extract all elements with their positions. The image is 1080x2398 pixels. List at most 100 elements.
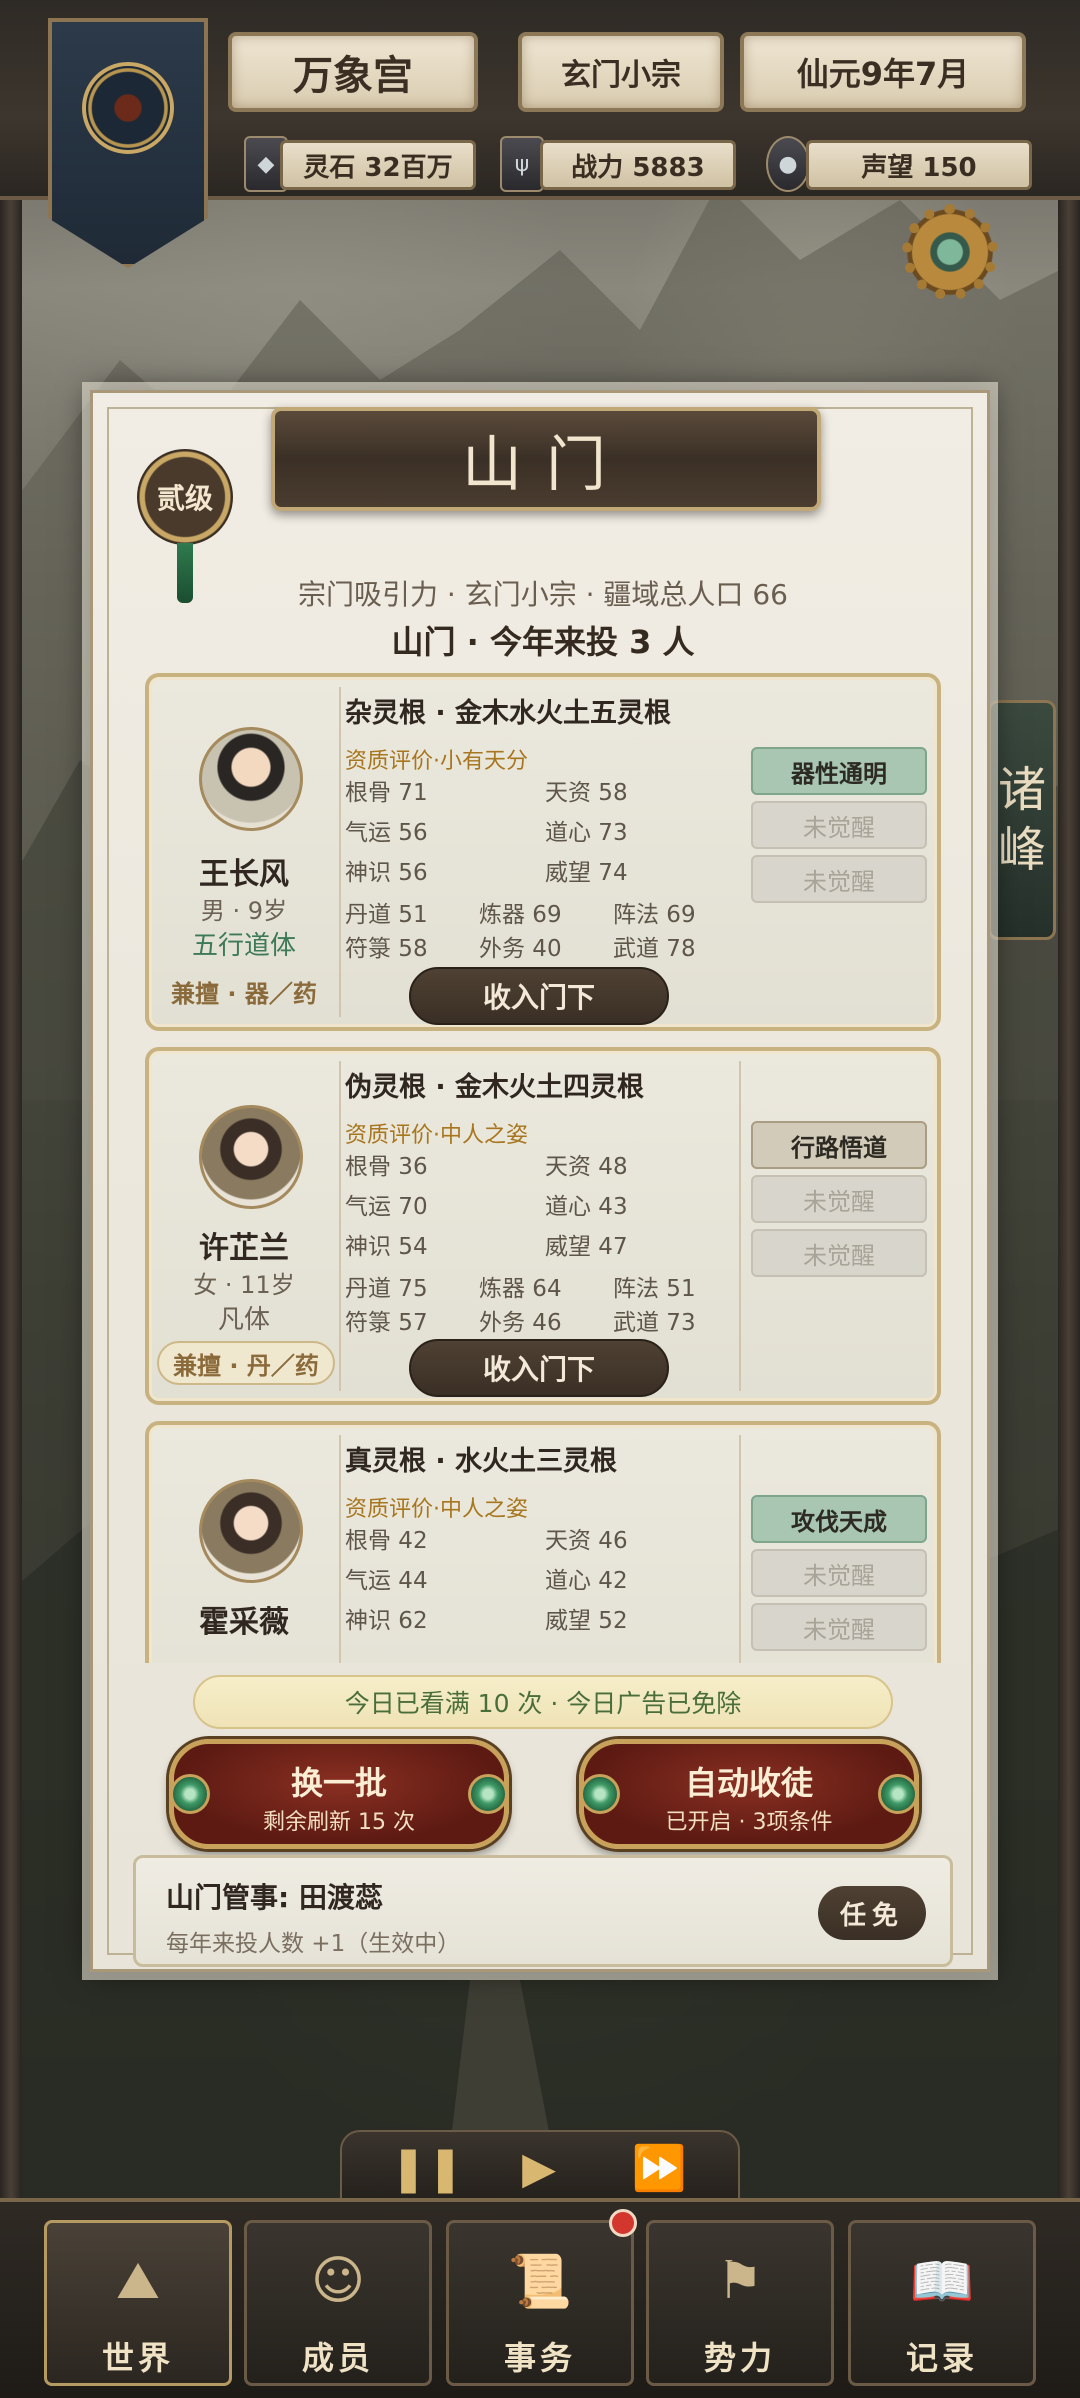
sect-rank: 玄门小宗 [518, 32, 724, 112]
trait-slot[interactable]: 行路悟道 [751, 1121, 927, 1169]
spirit-root: 伪灵根 · 金木火土四灵根 [345, 1072, 645, 1103]
faction-banner-icon: ⚑ [716, 2251, 764, 2311]
trait-slot-locked: 未觉醒 [751, 1549, 927, 1597]
nav-records[interactable]: 📖 记录 [848, 2220, 1036, 2386]
recruit-gender-age: 男 · 9岁 [200, 897, 288, 925]
trait-slot[interactable]: 器性通明 [751, 747, 927, 795]
auto-recruit-title: 自动收徒 [684, 1764, 813, 1802]
steward-effect: 每年来投人数 +1（生效中） [166, 1931, 461, 1957]
reputation-orb-icon: ● [766, 136, 810, 192]
refresh-batch-button[interactable]: 换一批 剩余刷新 15 次 [169, 1739, 509, 1849]
nav-factions[interactable]: ⚑ 势力 [646, 2220, 834, 2386]
left-frame [0, 0, 22, 2398]
stat-dandao: 丹道 51 [345, 902, 428, 928]
trident-icon: ψ [500, 136, 544, 192]
recruit-physique: 凡体 [217, 1305, 270, 1335]
stat-fulu: 符箓 58 [345, 936, 428, 962]
aptitude-rating: 资质评价·中人之姿 [345, 1123, 528, 1148]
stat-zhenfa: 阵法 69 [613, 902, 696, 928]
sect-banner[interactable] [48, 18, 208, 268]
stat-weiwang: 威望 52 [545, 1608, 628, 1634]
world-icon: ⛰ [116, 2250, 160, 2311]
nav-label: 世界 [101, 2339, 174, 2377]
aptitude-rating: 资质评价·中人之姿 [345, 1497, 528, 1522]
spirit-stone-counter[interactable]: 灵石 32百万 [280, 140, 476, 190]
stat-weiwang: 威望 47 [545, 1234, 628, 1260]
side-tab-char-1: 诸 [997, 762, 1046, 818]
trait-slot-locked: 未觉醒 [751, 855, 927, 903]
stat-tianzi: 天资 46 [545, 1528, 628, 1554]
refresh-remaining: 剩余刷新 15 次 [263, 1810, 415, 1835]
nav-world[interactable]: ⛰ 世界 [44, 2220, 232, 2386]
steward-name: 山门管事: 田渡蕊 [166, 1881, 383, 1914]
time-controls: ❚❚ ▶ ⏩ [340, 2130, 740, 2204]
nav-label: 事务 [503, 2339, 576, 2377]
nav-affairs[interactable]: 📜 事务 [446, 2209, 637, 2386]
combat-power-counter[interactable]: 战力 5883 [540, 140, 736, 190]
auto-recruit-button[interactable]: 自动收徒 已开启 · 3项条件 [579, 1739, 919, 1849]
taiji-emblem-icon [82, 62, 174, 154]
avatar[interactable] [199, 1105, 303, 1209]
play-icon[interactable]: ▶ [504, 2138, 574, 2198]
stat-waiwu: 外务 46 [479, 1310, 562, 1336]
right-frame [1058, 0, 1080, 2398]
stat-dandao: 丹道 75 [345, 1276, 428, 1302]
avatar[interactable] [199, 727, 303, 831]
nav-members[interactable]: ☺ 成员 [244, 2220, 432, 2386]
recruit-specialty: 兼擅 · 器／药 [171, 979, 317, 1008]
trait-slot-locked: 未觉醒 [751, 801, 927, 849]
yearly-applicants: 山门 · 今年来投 3 人 [391, 623, 695, 661]
refresh-title: 换一批 [290, 1764, 387, 1802]
notification-dot [609, 2209, 637, 2237]
recruit-name: 王长风 [199, 857, 289, 892]
pause-icon[interactable]: ❚❚ [390, 2138, 464, 2198]
card-divider [739, 1435, 741, 1663]
affairs-scroll-icon: 📜 [507, 2251, 573, 2312]
mountain-gate-panel: 山门 贰级 宗门吸引力 · 玄门小宗 · 疆域总人口 66 山门 · 今年来投 … [90, 390, 990, 1972]
avatar[interactable] [199, 1479, 303, 1583]
stat-fulu: 符箓 57 [345, 1310, 428, 1336]
recruit-card: 霍采薇 真灵根 · 水火土三灵根 资质评价·中人之姿 根骨 42 天资 46 气… [145, 1421, 941, 1663]
stat-gengu: 根骨 71 [345, 780, 428, 806]
card-divider [339, 1435, 341, 1663]
nav-label: 记录 [905, 2339, 978, 2377]
trait-slot-locked: 未觉醒 [751, 1229, 927, 1277]
recruit-list[interactable]: 王长风 男 · 9岁 五行道体 兼擅 · 器／药 杂灵根 · 金木水火土五灵根 … [93, 673, 987, 1663]
peaks-side-tab[interactable]: 诸 峰 [988, 700, 1056, 940]
card-divider [339, 687, 341, 1017]
stat-shenshi: 神识 54 [345, 1234, 428, 1260]
stat-qiyun: 气运 56 [345, 820, 428, 846]
recruit-button[interactable]: 收入门下 [409, 1339, 669, 1397]
stat-tianzi: 天资 58 [545, 780, 628, 806]
stat-shenshi: 神识 62 [345, 1608, 428, 1634]
stat-lianqi: 炼器 64 [479, 1276, 562, 1302]
card-divider [739, 1061, 741, 1391]
bottom-nav: ⛰ 世界 ☺ 成员 📜 事务 ⚑ 势力 📖 记录 [0, 2198, 1080, 2398]
recruit-physique: 五行道体 [191, 931, 296, 961]
stat-tianzi: 天资 48 [545, 1154, 628, 1180]
fast-forward-icon[interactable]: ⏩ [624, 2138, 694, 2198]
side-tab-char-2: 峰 [997, 822, 1046, 878]
recruit-name: 霍采薇 [199, 1605, 289, 1640]
stat-daoxin: 道心 73 [545, 820, 628, 846]
stat-zhenfa: 阵法 51 [613, 1276, 696, 1302]
reputation-counter[interactable]: 声望 150 [806, 140, 1032, 190]
recruit-gender-age: 女 · 11岁 [193, 1271, 295, 1299]
nav-label: 成员 [301, 2339, 374, 2377]
rank-badge: 贰级 [137, 449, 233, 545]
attraction-info: 宗门吸引力 · 玄门小宗 · 疆域总人口 66 [298, 578, 788, 611]
stat-lianqi: 炼器 69 [479, 902, 562, 928]
recruit-card: 许芷兰 女 · 11岁 凡体 兼擅 · 丹／药 伪灵根 · 金木火土四灵根 资质… [145, 1047, 941, 1405]
auto-recruit-status: 已开启 · 3项条件 [665, 1810, 833, 1835]
appoint-button[interactable]: 任免 [818, 1886, 926, 1940]
sect-name[interactable]: 万象宫 [228, 32, 478, 112]
recruit-button[interactable]: 收入门下 [409, 967, 669, 1025]
spirit-root: 真灵根 · 水火土三灵根 [345, 1446, 618, 1477]
recruit-name: 许芷兰 [199, 1231, 289, 1266]
stat-daoxin: 道心 42 [545, 1568, 628, 1594]
card-divider [339, 1061, 341, 1391]
settings-gear-icon[interactable] [902, 204, 998, 300]
gate-steward-panel: 山门管事: 田渡蕊 每年来投人数 +1（生效中） 任免 [133, 1855, 953, 1967]
trait-slot[interactable]: 攻伐天成 [751, 1495, 927, 1543]
stat-qiyun: 气运 44 [345, 1568, 428, 1594]
